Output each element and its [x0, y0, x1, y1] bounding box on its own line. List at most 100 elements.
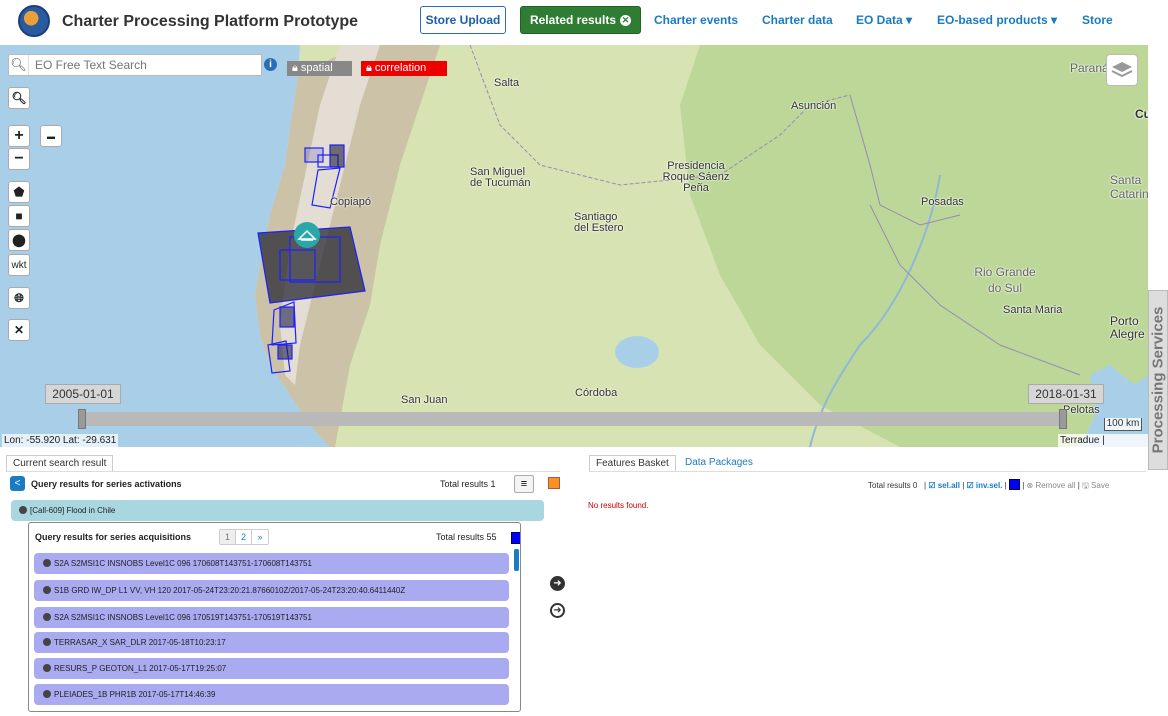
no-results-message: No results found. [588, 501, 649, 510]
globe-icon [43, 690, 51, 698]
map-label: Copiapó [330, 196, 371, 208]
globe-icon [43, 559, 51, 567]
scale-bar: 100 km [1104, 418, 1142, 431]
nav-charter-data[interactable]: Charter data [762, 13, 833, 27]
expand-icon: ✕ [13, 323, 25, 337]
map-label: San Juan [401, 394, 448, 406]
acquisition-item[interactable]: S2A S2MSI1C INSNOBS Level1C 096 170519T1… [34, 607, 509, 628]
spatial-toggle[interactable]: 🔒︎ spatial [287, 61, 352, 76]
nav-charter-events[interactable]: Charter events [654, 13, 738, 27]
timeline-end-handle[interactable] [1059, 409, 1067, 429]
divider [589, 471, 1146, 472]
related-results-button[interactable]: Related results ✕ [520, 6, 641, 34]
map-label: Salta [494, 77, 520, 89]
nav-store[interactable]: Store [1082, 13, 1113, 27]
nav-eo-data[interactable]: EO Data ▾ [856, 13, 912, 27]
invert-selection-label: inv.sel. [975, 481, 1003, 490]
activations-query-title: Query results for series activations [31, 479, 182, 489]
wkt-button[interactable]: wkt [8, 254, 30, 276]
map-marker-icon: ⬤ [12, 233, 26, 247]
draw-box-button[interactable]: ■ [8, 205, 30, 227]
list-menu-button[interactable]: ≡ [514, 475, 534, 493]
zoom-out-button[interactable]: − [8, 148, 30, 170]
globe-icon [43, 638, 51, 646]
nav-eo-based-products[interactable]: EO-based products ▾ [937, 13, 1057, 27]
basket-color-swatch[interactable] [1008, 479, 1020, 490]
layers-icon [1111, 62, 1133, 78]
ruler-button[interactable]: ▬ [40, 125, 62, 147]
timeline-end-date: 2018-01-31 [1028, 384, 1104, 404]
spatial-label: spatial [300, 62, 333, 74]
select-all-button[interactable]: ☑ sel.all [928, 481, 960, 490]
activation-item[interactable]: [Call-609] Flood in Chile [11, 500, 544, 521]
acquisition-label: RESURS_P GEOTON_L1 2017-05-17T19:25:07 [54, 664, 227, 673]
layers-button[interactable] [1106, 54, 1138, 86]
acquisition-label: PLEIADES_1B PHR1B 2017-05-17T14:46:39 [54, 690, 216, 699]
globe-icon [19, 506, 27, 514]
store-upload-button[interactable]: Store Upload [420, 6, 506, 34]
timeline-slider[interactable] [80, 412, 1065, 426]
mouse-coordinates: Lon: -55.920 Lat: -29.631 [2, 434, 119, 447]
page-next[interactable]: » [252, 530, 268, 544]
info-icon[interactable]: i [264, 58, 277, 71]
acquisition-item[interactable]: TERRASAR_X SAR_DLR 2017-05-18T10:23:17 [34, 632, 509, 653]
acquisition-item[interactable]: S1B GRD IW_DP L1 VV, VH 120 2017-05-24T2… [34, 580, 509, 601]
globe-icon: 🌐︎ [14, 290, 24, 305]
tab-features-basket[interactable]: Features Basket [589, 455, 676, 472]
acquisition-label: S2A S2MSI1C INSNOBS Level1C 096 170608T1… [54, 559, 312, 568]
share-icon[interactable]: < [10, 476, 25, 491]
basket-total: Total results 0 [868, 481, 918, 490]
page-1[interactable]: 1 [220, 530, 236, 544]
save-button[interactable]: 🖫︎ Save [1082, 481, 1109, 490]
tab-current-search-result[interactable]: Current search result [6, 455, 113, 472]
acquisitions-color-swatch[interactable] [511, 532, 520, 544]
activations-color-swatch[interactable] [548, 477, 560, 489]
fullscreen-button[interactable]: ✕ [8, 319, 30, 341]
zoom-in-button[interactable]: + [8, 125, 30, 147]
acquisition-item[interactable]: RESURS_P GEOTON_L1 2017-05-17T19:25:07 [34, 658, 509, 679]
save-label: Save [1091, 481, 1110, 490]
processing-services-tab[interactable]: Processing Services [1148, 290, 1168, 470]
processing-services-label: Processing Services [1149, 306, 1167, 454]
invert-selection-button[interactable]: ☑ inv.sel. [967, 481, 1003, 490]
map-view[interactable]: Salta Asunción San Miguel de Tucumán Pre… [0, 45, 1148, 447]
timeline-start-handle[interactable] [78, 409, 86, 429]
app-title: Charter Processing Platform Prototype [62, 13, 359, 30]
square-icon: ■ [15, 209, 23, 223]
correlation-toggle[interactable]: 🔒︎ correlation [361, 61, 447, 76]
remove-all-label: Remove all [1035, 481, 1076, 490]
draw-polygon-button[interactable]: ⬟ [8, 181, 30, 203]
tab-data-packages[interactable]: Data Packages [679, 455, 759, 472]
arrow-right-icon[interactable]: ➜ [550, 576, 565, 591]
activations-total: Total results 1 [440, 479, 496, 489]
zoom-search-button[interactable]: 🔍︎ [8, 87, 30, 109]
polygon-icon: ⬟ [13, 185, 25, 199]
globe-button[interactable]: 🌐︎ [8, 287, 30, 309]
close-circle-icon[interactable]: ✕ [620, 14, 632, 26]
acquisition-item[interactable]: S2A S2MSI1C INSNOBS Level1C 096 170608T1… [34, 553, 509, 574]
acquisition-label: S1B GRD IW_DP L1 VV, VH 120 2017-05-24T2… [54, 586, 406, 595]
pagination: 1 2 » [219, 529, 269, 545]
globe-icon [43, 664, 51, 672]
search-box: 🔍︎ [8, 54, 262, 76]
draw-point-button[interactable]: ⬤ [8, 229, 30, 251]
map-label: Paraná [1070, 61, 1109, 75]
arrow-right-circle-icon[interactable]: ➜ [550, 603, 565, 618]
timeline-start-date: 2005-01-01 [45, 384, 121, 404]
map-label: Asunción [791, 100, 837, 112]
scrollbar-thumb[interactable] [514, 549, 519, 571]
ruler-icon: ▬ [47, 131, 55, 141]
acquisition-item[interactable]: PLEIADES_1B PHR1B 2017-05-17T14:46:39 [34, 684, 509, 705]
page-2[interactable]: 2 [236, 530, 252, 544]
map-label: Presidencia Roque Sáenz Peña [662, 160, 730, 194]
map-attribution[interactable]: Terradue | Terradue [1058, 434, 1148, 447]
map-label: Posadas [921, 196, 964, 208]
acquisition-label: S2A S2MSI1C INSNOBS Level1C 096 170519T1… [54, 613, 312, 622]
map-label: Cu [1135, 107, 1148, 121]
correlation-label: correlation [374, 62, 427, 74]
search-input[interactable] [29, 58, 249, 72]
acquisitions-query-title: Query results for series acquisitions [35, 532, 192, 542]
remove-all-button[interactable]: ⊗ Remove all [1027, 481, 1076, 490]
globe-icon [43, 613, 51, 621]
search-icon[interactable]: 🔍︎ [9, 55, 29, 75]
